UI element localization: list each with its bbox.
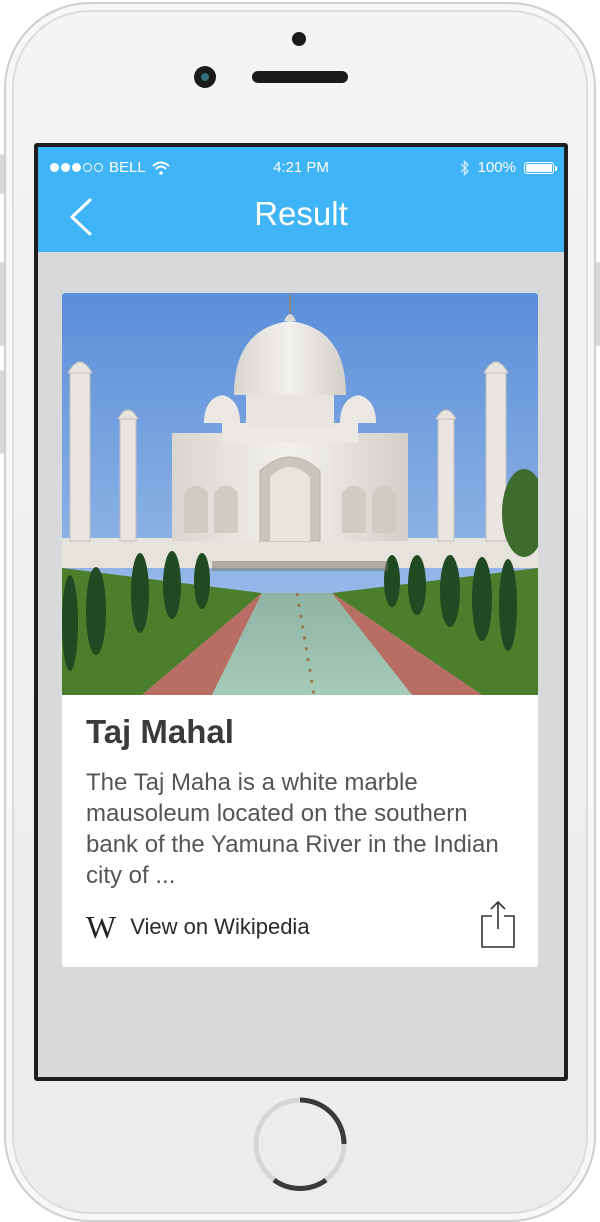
status-bar: BELL 4:21 PM 100%: [38, 159, 564, 181]
home-button[interactable]: [250, 1094, 350, 1194]
page-title: Result: [254, 195, 348, 232]
mute-switch: [0, 154, 4, 194]
power-button: [596, 262, 600, 346]
place-title: Taj Mahal: [86, 713, 234, 750]
earpiece-speaker: [252, 71, 348, 83]
result-card: Taj Mahal The Taj Maha is a white marble…: [62, 293, 538, 967]
bluetooth-icon: [460, 159, 469, 176]
front-camera: [194, 66, 216, 88]
volume-down-button: [0, 370, 4, 454]
nav-bar: BELL 4:21 PM 100% Result: [38, 147, 564, 252]
place-description: The Taj Maha is a white marble mausoleum…: [86, 769, 499, 889]
wikipedia-link-label: View on Wikipedia: [130, 914, 310, 939]
battery-percent: 100%: [477, 159, 516, 176]
app-screen: BELL 4:21 PM 100% Result Taj Mahal The T…: [34, 143, 568, 1081]
wikipedia-icon: W: [86, 909, 117, 945]
wikipedia-link[interactable]: W View on Wikipedia: [86, 911, 310, 943]
battery-icon: [524, 161, 557, 174]
landmark-photo: [62, 293, 538, 695]
proximity-sensor: [292, 32, 306, 46]
volume-up-button: [0, 262, 4, 346]
share-icon[interactable]: [480, 899, 516, 949]
